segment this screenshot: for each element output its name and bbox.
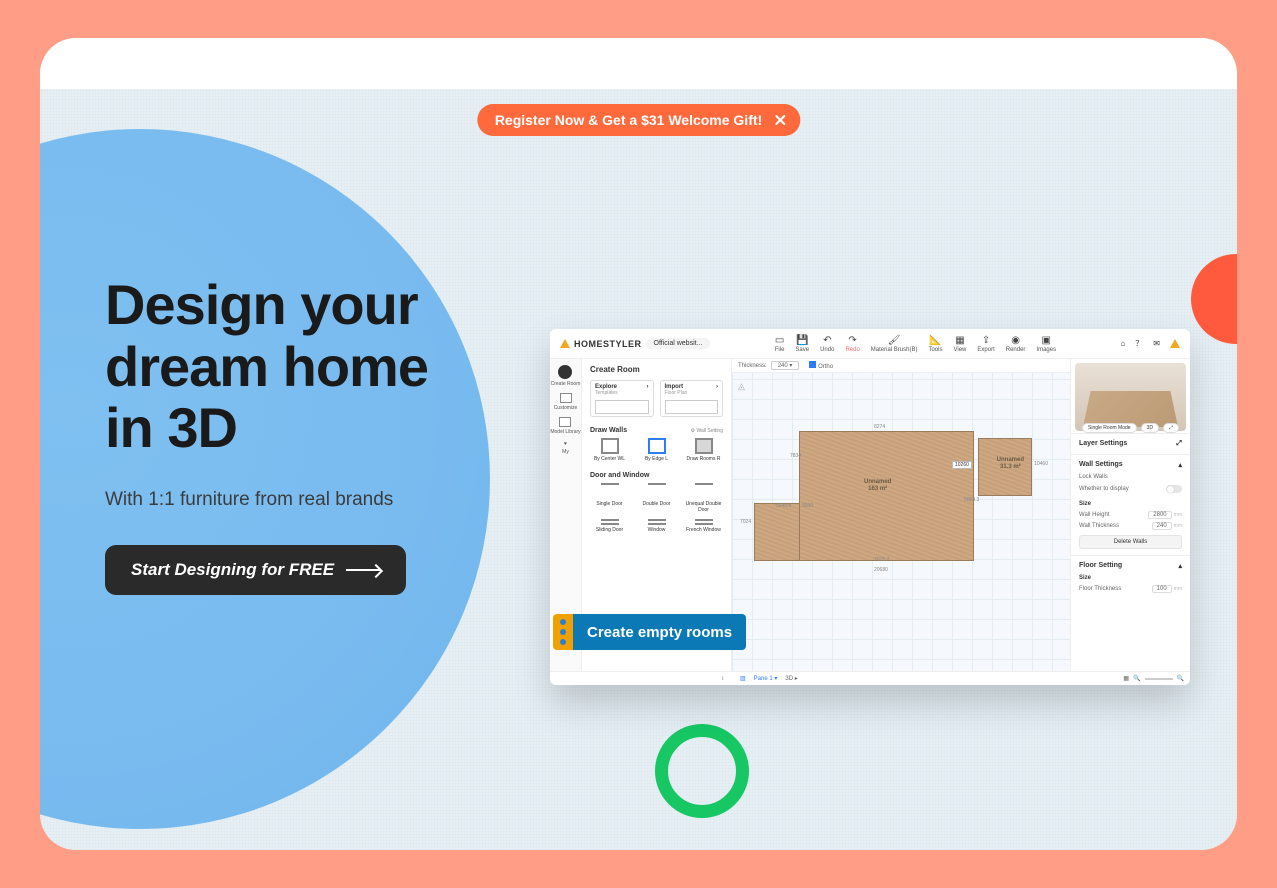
- window[interactable]: Window: [637, 519, 676, 533]
- avatar-icon[interactable]: [1170, 339, 1180, 348]
- editor-footer: ↕ ▥ Pane 1 ▾ 3D ▸ ▦ 🔍 🔍: [550, 671, 1190, 685]
- leftcol-create-room[interactable]: Create Room: [551, 365, 581, 387]
- arrow-right-icon: [346, 569, 380, 571]
- toolbar-save[interactable]: 💾Save: [795, 335, 809, 353]
- explore-templates-button[interactable]: Explore› Templates: [590, 380, 654, 417]
- floor-thickness-input[interactable]: 100: [1152, 585, 1172, 593]
- wall-thickness-input[interactable]: 240: [1152, 522, 1172, 530]
- floorplan-canvas[interactable]: Thickness: 240 ▾ Ortho ◬ Unnamed163 m² U…: [732, 359, 1070, 671]
- browser-chrome-placeholder: [40, 38, 1237, 89]
- toolbar-view[interactable]: ▦View: [953, 335, 966, 353]
- tooltip-text: Create empty rooms: [573, 614, 746, 650]
- single-door[interactable]: Single Door: [590, 483, 629, 513]
- draw-walls-label: Draw Walls: [590, 427, 627, 434]
- promo-banner-text: Register Now & Get a $31 Welcome Gift!: [495, 112, 762, 128]
- unequal-double-door[interactable]: Unequal Double Door: [684, 483, 723, 513]
- wall-height-input[interactable]: 2800: [1148, 511, 1171, 519]
- toolbar-redo[interactable]: ↷Redo: [845, 335, 859, 353]
- editor-toolbar: ▭File 💾Save ↶Undo ↷Redo 🖌Material Brush(…: [775, 335, 1056, 353]
- expand-icon[interactable]: ⤢: [1176, 440, 1182, 448]
- toolbar-export[interactable]: ⇪Export: [977, 335, 994, 353]
- import-floorplan-button[interactable]: Import› Floor Plan: [660, 380, 724, 417]
- toolbar-render[interactable]: ◉Render: [1006, 335, 1026, 353]
- cta-label: Start Designing for FREE: [131, 560, 334, 580]
- leftcol-model-library[interactable]: Model Library: [550, 417, 580, 435]
- layer-settings-label: Layer Settings: [1079, 440, 1127, 448]
- hero-title-line: dream home: [105, 335, 428, 398]
- toolbar-undo[interactable]: ↶Undo: [820, 335, 834, 353]
- tooltip-step-dots: [553, 614, 573, 650]
- toolbar-file[interactable]: ▭File: [775, 335, 785, 353]
- page-card: Register Now & Get a $31 Welcome Gift! D…: [40, 38, 1237, 850]
- preview-expand-chip[interactable]: ⤢: [1163, 423, 1179, 433]
- editor-right-icons: ⌂ ？ ✉: [1120, 338, 1180, 349]
- editor-brand-name: HOMESTYLER: [574, 339, 642, 349]
- zoom-slider[interactable]: [1145, 678, 1173, 680]
- wall-setting-link[interactable]: ⚙ Wall Setting: [691, 428, 723, 434]
- zoom-out-icon[interactable]: 🔍: [1133, 675, 1140, 682]
- onboarding-tooltip: Create empty rooms: [553, 614, 746, 650]
- leftcol-customize[interactable]: Customize: [554, 393, 578, 411]
- home-icon[interactable]: ⌂: [1120, 339, 1125, 348]
- chevron-up-icon[interactable]: ▴: [1178, 562, 1182, 570]
- hero-section: Register Now & Get a $31 Welcome Gift! D…: [40, 89, 1237, 850]
- toolbar-tools[interactable]: 📐Tools: [928, 335, 942, 353]
- mail-icon[interactable]: ✉: [1153, 339, 1160, 348]
- ortho-checkbox[interactable]: [809, 361, 816, 368]
- right-panel: Single Room Mode 3D ⤢ Layer Settings ⤢ Wa…: [1070, 359, 1190, 671]
- panel-title: Create Room: [590, 365, 723, 374]
- hero-title: Design your dream home in 3D: [105, 274, 428, 459]
- delete-walls-button[interactable]: Delete Walls: [1079, 535, 1182, 549]
- help-icon[interactable]: ？: [1135, 338, 1143, 349]
- door-window-label: Door and Window: [590, 472, 649, 479]
- preview-3d-chip[interactable]: 3D: [1141, 423, 1159, 433]
- start-designing-button[interactable]: Start Designing for FREE: [105, 545, 406, 595]
- source-chip[interactable]: Official websit...: [646, 338, 711, 349]
- sliding-door[interactable]: Sliding Door: [590, 519, 629, 533]
- draw-wall-by-center[interactable]: By Center WL: [590, 438, 629, 462]
- toolbar-images[interactable]: ▣Images: [1036, 335, 1056, 353]
- floorplan: Unnamed163 m² Unnamed31.3 m² 8274 7834 7…: [754, 431, 1032, 561]
- thickness-label: Thickness:: [738, 363, 767, 369]
- dimension-input[interactable]: 10260: [952, 461, 972, 469]
- chevron-up-icon[interactable]: ▴: [1178, 461, 1182, 469]
- floor-setting-label: Floor Setting: [1079, 562, 1122, 570]
- draw-rooms[interactable]: Draw Rooms R: [684, 438, 723, 462]
- preview-mode-chip[interactable]: Single Room Mode: [1082, 423, 1137, 433]
- double-door[interactable]: Double Door: [637, 483, 676, 513]
- hero-title-line: in 3D: [105, 396, 237, 459]
- compass-icon: ◬: [738, 381, 745, 392]
- view-3d-tab[interactable]: 3D ▸: [785, 675, 797, 682]
- footer-expand-icon[interactable]: ↕: [721, 676, 724, 682]
- canvas-subbar: Thickness: 240 ▾ Ortho: [732, 359, 1070, 373]
- wall-settings-label: Wall Settings: [1079, 461, 1123, 469]
- close-icon[interactable]: [770, 110, 790, 130]
- preview-3d[interactable]: [1075, 363, 1186, 431]
- logo-icon: [560, 339, 570, 348]
- editor-topbar: HOMESTYLER Official websit... ▭File 💾Sav…: [550, 329, 1190, 359]
- hero-title-line: Design your: [105, 273, 418, 336]
- draw-wall-by-edge[interactable]: By Edge L: [637, 438, 676, 462]
- fit-icon[interactable]: ▦: [1123, 675, 1129, 682]
- display-toggle[interactable]: [1166, 485, 1182, 493]
- zoom-in-icon[interactable]: 🔍: [1177, 675, 1184, 682]
- thickness-select[interactable]: 240 ▾: [771, 361, 800, 370]
- pane-1-tab[interactable]: Pane 1 ▾: [754, 675, 778, 682]
- layers-icon[interactable]: ▥: [740, 675, 746, 682]
- leftcol-my[interactable]: ♥My: [562, 441, 569, 455]
- hero-subtitle: With 1:1 furniture from real brands: [105, 489, 428, 511]
- french-window[interactable]: French Window: [684, 519, 723, 533]
- decorative-green-ring: [655, 724, 749, 818]
- hero-headline: Design your dream home in 3D With 1:1 fu…: [105, 274, 428, 595]
- editor-brand: HOMESTYLER Official websit...: [560, 338, 710, 349]
- toolbar-material-brush[interactable]: 🖌Material Brush(B): [871, 335, 918, 353]
- promo-banner[interactable]: Register Now & Get a $31 Welcome Gift!: [477, 104, 800, 136]
- decorative-orange-dot: [1191, 254, 1237, 344]
